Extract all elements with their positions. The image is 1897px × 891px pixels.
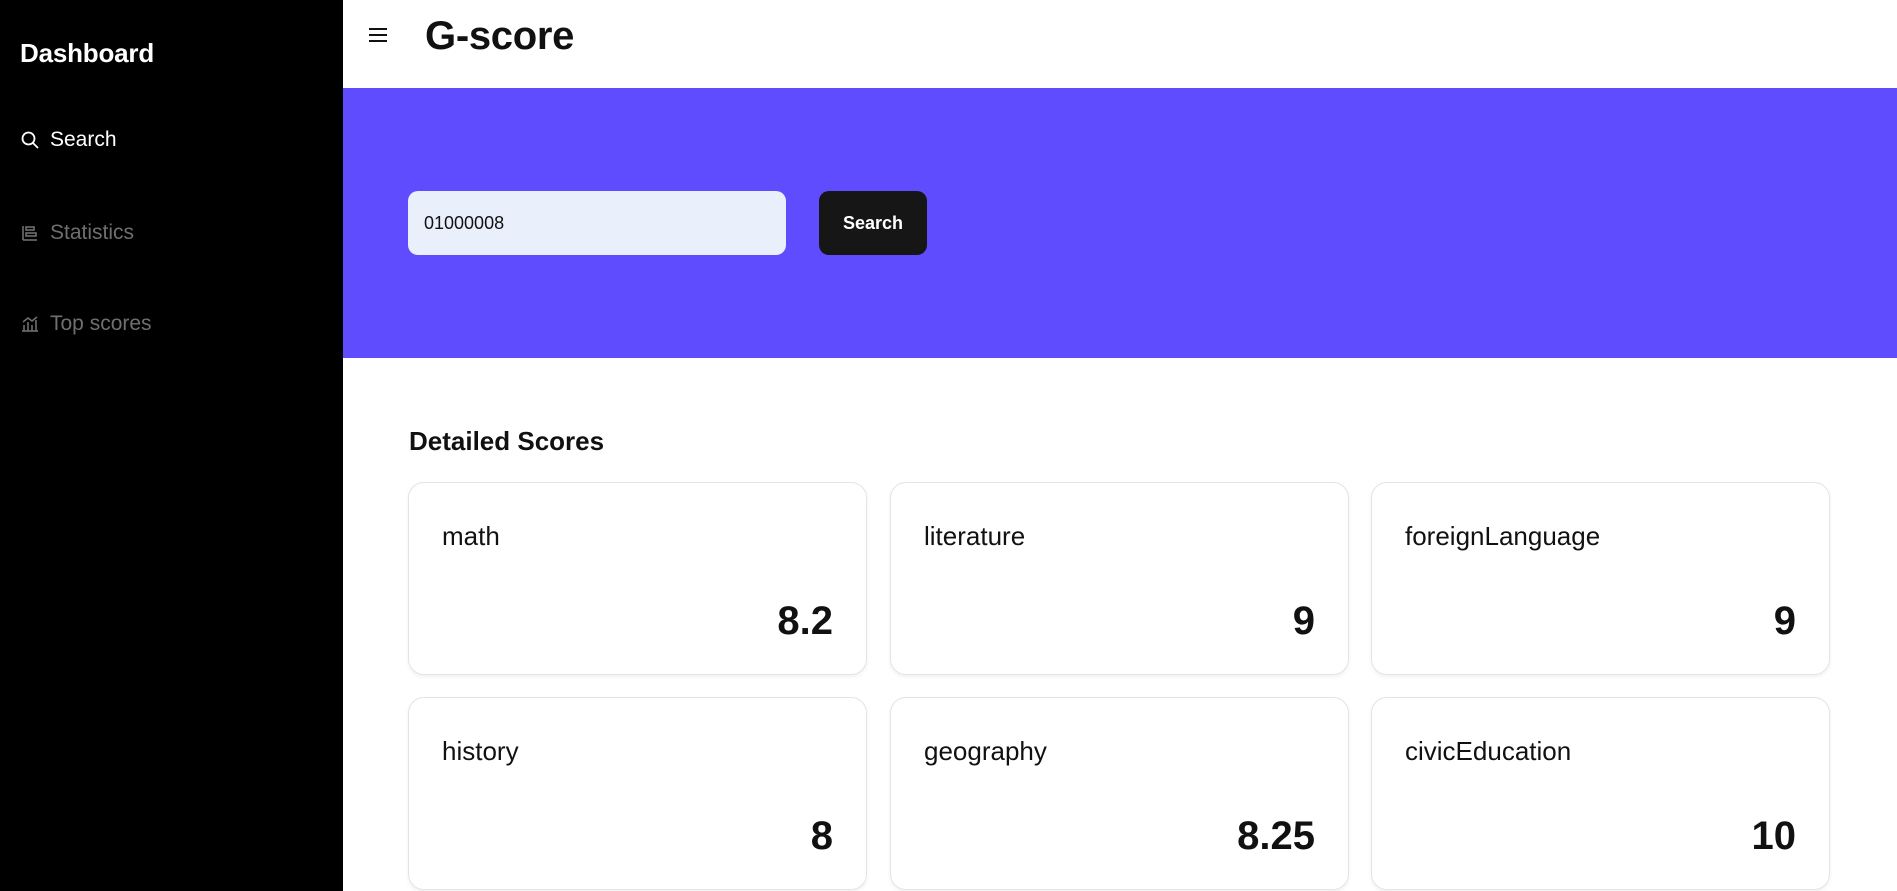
- hamburger-menu-icon[interactable]: [369, 24, 395, 46]
- sidebar-brand: Dashboard: [20, 38, 155, 68]
- search-input[interactable]: [408, 191, 786, 255]
- search-button[interactable]: Search: [819, 191, 927, 255]
- menu-line: [369, 28, 387, 30]
- menu-line: [369, 40, 387, 42]
- page-title: G-score: [425, 14, 575, 58]
- sidebar-item-top-scores[interactable]: Top scores: [20, 308, 152, 340]
- score-value: 8.2: [777, 599, 833, 643]
- score-subject: math: [442, 521, 500, 551]
- score-subject: foreignLanguage: [1405, 521, 1601, 551]
- sidebar-item-search[interactable]: Search: [20, 124, 117, 156]
- score-value: 8: [810, 814, 833, 858]
- menu-line: [369, 34, 387, 36]
- score-card-history: history 8: [408, 697, 867, 890]
- sidebar-item-label: Search: [50, 128, 117, 151]
- score-value: 9: [1292, 599, 1315, 643]
- detailed-scores-title: Detailed Scores: [409, 426, 605, 456]
- sidebar-item-statistics[interactable]: Statistics: [20, 217, 134, 249]
- app-root: Dashboard Search Statistics Top scores G…: [0, 0, 1897, 891]
- search-banner: Search: [343, 88, 1897, 358]
- bar-chart-icon: [22, 316, 38, 332]
- score-subject: civicEducation: [1405, 736, 1572, 766]
- score-subject: history: [442, 736, 519, 766]
- score-card-math: math 8.2: [408, 482, 867, 675]
- sidebar: Dashboard Search Statistics Top scores: [0, 0, 343, 891]
- sidebar-item-label: Top scores: [50, 312, 152, 335]
- score-subject: literature: [924, 521, 1026, 551]
- score-card-foreign-language: foreignLanguage 9: [1371, 482, 1830, 675]
- score-card-civic-education: civicEducation 10: [1371, 697, 1830, 890]
- score-card-geography: geography 8.25: [890, 697, 1349, 890]
- score-subject: geography: [924, 736, 1047, 766]
- statistics-icon: [22, 226, 37, 241]
- top-header: G-score: [343, 0, 1897, 88]
- search-icon: [21, 131, 39, 149]
- sidebar-item-label: Statistics: [50, 221, 135, 244]
- score-value: 10: [1751, 814, 1797, 858]
- score-value: 9: [1773, 599, 1796, 643]
- score-card-literature: literature 9: [890, 482, 1349, 675]
- score-value: 8.25: [1237, 814, 1315, 858]
